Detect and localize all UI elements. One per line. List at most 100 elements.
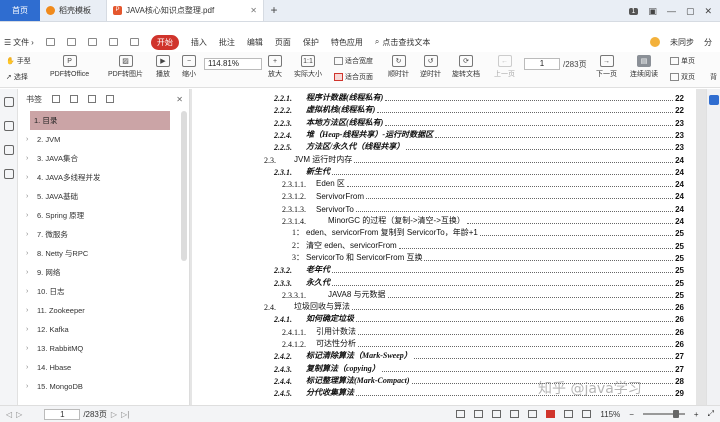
bookmark-item[interactable]: › 13. RabbitMQ (18, 339, 180, 358)
toc-entry[interactable]: 2.4. 垃圾回收与算法 26 (192, 300, 684, 312)
toc-entry[interactable]: 2.4.1.1. 引用计数法 26 (192, 325, 684, 337)
toc-entry[interactable]: 2.4.2. 标记清除算法（Mark-Sweep） 27 (192, 349, 684, 361)
annotation-icon[interactable] (3, 145, 14, 155)
toc-entry[interactable]: 2.3.1.2. ServivorFrom 24 (192, 189, 684, 201)
bookmark-add-icon[interactable] (52, 95, 60, 103)
toc-entry[interactable]: 2.4.1.2. 可达性分析 26 (192, 337, 684, 349)
select-tool[interactable]: ➚ 选择 (6, 72, 28, 82)
minimize-icon[interactable]: — (667, 6, 676, 16)
expand-icon[interactable]: › (26, 193, 32, 200)
bookmark-item[interactable]: › 14. Hbase (18, 358, 180, 377)
toc-entry[interactable]: 2.3.1.1. Eden 区 24 (192, 177, 684, 189)
menu-protect[interactable]: 保护 (303, 37, 319, 48)
page-number-input[interactable]: 1 (524, 58, 560, 70)
expand-icon[interactable]: › (26, 136, 32, 143)
zoom-out-button[interactable]: − 缩小 (182, 55, 196, 79)
bookmark-scrollbar[interactable] (181, 111, 187, 261)
next-icon[interactable]: ▷ (16, 410, 22, 419)
menu-edit[interactable]: 编辑 (247, 37, 263, 48)
last-page-icon[interactable]: ▷| (121, 410, 129, 419)
expand-icon[interactable]: › (26, 212, 32, 219)
zoom-in-small-icon[interactable]: + (694, 410, 699, 419)
toc-entry[interactable]: 2.3.3. 永久代 25 (192, 276, 684, 288)
expand-icon[interactable]: › (26, 307, 32, 314)
expand-icon[interactable]: › (26, 288, 32, 295)
toc-entry[interactable]: 1： eden、servicorFrom 复制到 ServicorTo，年龄+1 2… (192, 226, 684, 238)
fit-page-button[interactable]: 适合页面 (334, 72, 373, 82)
toc-entry[interactable]: 2.2.2. 虚拟机栈(线程私有) 22 (192, 103, 684, 115)
bookmark-item[interactable]: › 3. JAVA集合 (18, 149, 180, 168)
play-button[interactable]: ▶ 播放 (156, 55, 170, 79)
expand-icon[interactable]: › (26, 269, 32, 276)
expand-icon[interactable]: › (26, 364, 32, 371)
next-page-button[interactable]: → 下一页 (596, 55, 617, 79)
bookmark-item[interactable]: › 11. Zookeeper (18, 301, 180, 320)
expand-icon[interactable]: › (26, 345, 32, 352)
bookmark-item[interactable]: › 12. Kafka (18, 320, 180, 339)
tab-template[interactable]: 稻壳模板 (40, 0, 106, 21)
close-window-icon[interactable]: ✕ (704, 6, 712, 17)
toc-entry[interactable]: 2.2.4. 堆（Heap-线程共享）-运行时数据区 23 (192, 128, 684, 140)
bookmark-item[interactable]: › 10. 日志 (18, 282, 180, 301)
play-mode-icon[interactable] (546, 410, 556, 418)
file-menu[interactable]: ☰ 文件 › (4, 37, 34, 48)
continuous-read-button[interactable]: ▤ 连续阅读 (630, 55, 658, 79)
single-view-icon[interactable] (474, 410, 484, 418)
toc-entry[interactable]: 2.2.1. 程序计数器(线程私有) 22 (192, 91, 684, 103)
rotate-ccw-button[interactable]: ↺ 逆时针 (420, 55, 441, 79)
toc-entry[interactable]: 2.3.3.1. JAVA8 与元数据 25 (192, 288, 684, 300)
toc-entry[interactable]: 2.3.1.4. MinorGC 的过程（复制->清空->互换） 24 (192, 214, 684, 226)
toc-entry[interactable]: 2.3.2. 老年代 25 (192, 263, 684, 275)
fit-icon[interactable] (564, 410, 574, 418)
zoom-in-button[interactable]: + 放大 (268, 55, 282, 79)
bookmark-delete-icon[interactable] (106, 95, 114, 103)
bookmark-item[interactable]: › 2. JVM (18, 130, 180, 149)
expand-icon[interactable]: › (26, 155, 32, 162)
expand-icon[interactable]: › (26, 231, 32, 238)
bookmark-item[interactable]: › 4. JAVA多线程并发 (18, 168, 180, 187)
pdf-to-office-button[interactable]: P PDF转Office (50, 55, 89, 79)
print-icon[interactable] (87, 38, 97, 46)
next-page-icon[interactable]: ▷ (111, 410, 117, 419)
expand-icon[interactable]: › (26, 326, 32, 333)
toc-entry[interactable]: 2.2.5. 方法区/永久代（线程共享） 23 (192, 140, 684, 152)
bookmark-panel-icon[interactable] (3, 97, 14, 107)
new-tab-button[interactable]: + (264, 0, 284, 21)
bookmark-item[interactable]: › 6. Spring 原理 (18, 206, 180, 225)
expand-icon[interactable]: › (26, 174, 32, 181)
rotate-doc-button[interactable]: ⟳ 旋转文档 (452, 55, 480, 79)
menu-page[interactable]: 页面 (275, 37, 291, 48)
share-button[interactable]: 分 (704, 37, 712, 48)
bookmark-item[interactable]: › 5. JAVA基础 (18, 187, 180, 206)
hand-tool[interactable]: ✋ 手型 (6, 56, 31, 66)
tab-home[interactable]: 首页 (0, 0, 40, 21)
zoom-out-small-icon[interactable]: − (629, 410, 634, 419)
menu-comment[interactable]: 批注 (219, 37, 235, 48)
bookmark-item[interactable]: › 7. 微服务 (18, 225, 180, 244)
undo-icon[interactable] (108, 38, 118, 46)
close-panel-icon[interactable]: ✕ (176, 95, 183, 104)
redo-icon[interactable] (129, 38, 139, 46)
menu-start[interactable]: 开始 (150, 34, 179, 50)
toc-entry[interactable]: 3： ServicorTo 和 ServicorFrom 互换 25 (192, 251, 684, 263)
status-page-input[interactable]: 1 (44, 408, 81, 420)
toc-entry[interactable]: 2.3.1.3. ServivorTo 24 (192, 202, 684, 214)
bookmark-item[interactable]: › 15. MongoDB (18, 377, 180, 396)
zoom-input[interactable]: 114.81% (204, 58, 262, 70)
zoom-slider-knob[interactable] (672, 410, 679, 418)
bookmark-collapse-icon[interactable] (88, 95, 96, 103)
toc-entry[interactable]: 2.4.3. 复制算法（copying） 27 (192, 362, 684, 374)
bookmark-expand-icon[interactable] (70, 95, 78, 103)
bookmark-item[interactable]: 1. 目录 (30, 111, 170, 130)
pdf-to-image-button[interactable]: ▨ PDF转图片 (108, 55, 143, 79)
prev-page-button[interactable]: ← 上一页 (494, 55, 515, 79)
menu-insert[interactable]: 插入 (191, 37, 207, 48)
rotate-cw-button[interactable]: ↻ 顺时针 (388, 55, 409, 79)
save-icon[interactable] (66, 38, 76, 46)
double-page-button[interactable]: 双页 (670, 72, 695, 82)
bookmark-item[interactable]: › 8. Netty 与RPC (18, 244, 180, 263)
prev-icon[interactable]: ◁ (6, 410, 12, 419)
thumbnail-icon[interactable] (3, 121, 14, 131)
open-icon[interactable] (45, 38, 55, 46)
toc-entry[interactable]: 2.3.1. 新生代 24 (192, 165, 684, 177)
